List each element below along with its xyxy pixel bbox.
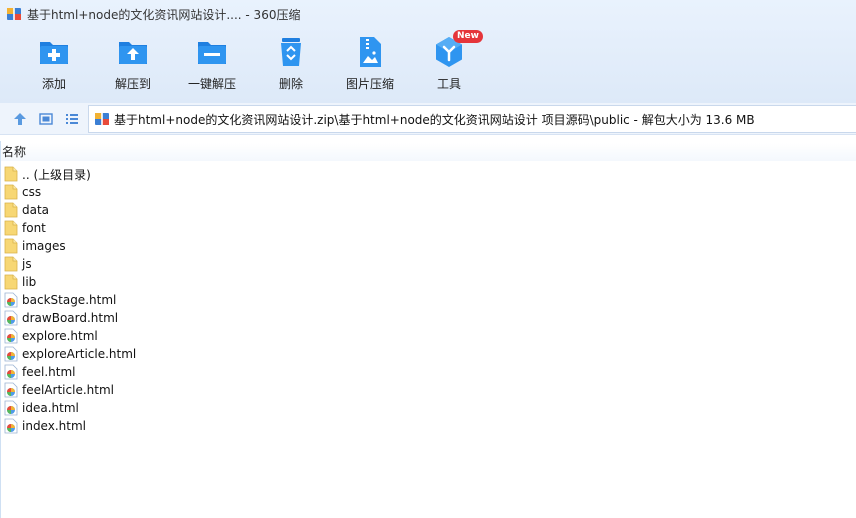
file-name: images [22, 239, 66, 253]
one-click-extract-button[interactable]: 一键解压 [172, 34, 252, 96]
thumbnail-view-button[interactable] [37, 110, 55, 128]
image-compress-icon [360, 37, 381, 67]
html-file-icon [4, 364, 18, 380]
new-badge: New [453, 30, 483, 43]
file-list: 名称 .. (上级目录) css data font images js lib backSt… [0, 141, 856, 518]
file-name: explore.html [22, 329, 98, 343]
folder-row[interactable]: .. (上级目录) [4, 165, 136, 183]
file-name: exploreArticle.html [22, 347, 137, 361]
zip-archive-icon [95, 113, 109, 125]
folder-row[interactable]: font [4, 219, 136, 237]
toolbar: 添加 解压到 一键解压 删除 图片压缩 New 工具 [14, 30, 489, 96]
html-file-icon [4, 310, 18, 326]
file-row[interactable]: drawBoard.html [4, 309, 136, 327]
app-window: 基于html+node的文化资讯网站设计.... - 360压缩 添加 解压到 … [0, 0, 856, 518]
add-icon [40, 42, 68, 64]
html-file-icon [4, 292, 18, 308]
list-view-button[interactable] [63, 110, 81, 128]
thumbnail-view-icon [39, 113, 53, 125]
up-folder-button[interactable] [11, 110, 29, 128]
html-file-icon [4, 328, 18, 344]
html-file-icon [4, 346, 18, 362]
file-name: index.html [22, 419, 86, 433]
file-name: js [22, 257, 32, 271]
app-logo-icon [7, 8, 21, 20]
column-header-name[interactable]: 名称 [1, 143, 856, 161]
file-name: css [22, 185, 42, 199]
file-row[interactable]: explore.html [4, 327, 136, 345]
file-row[interactable]: idea.html [4, 399, 136, 417]
arrow-up-icon [14, 113, 26, 125]
delete-button[interactable]: 删除 [251, 34, 331, 96]
html-file-icon [4, 382, 18, 398]
file-row[interactable]: index.html [4, 417, 136, 435]
file-name: data [22, 203, 50, 217]
tools-button[interactable]: New 工具 [409, 30, 489, 96]
html-file-icon [4, 400, 18, 416]
file-row[interactable]: exploreArticle.html [4, 345, 136, 363]
title-bar: 基于html+node的文化资讯网站设计.... - 360压缩 [0, 0, 856, 28]
folder-icon [4, 256, 18, 272]
tools-label: 工具 [436, 77, 461, 91]
file-name: lib [22, 275, 37, 289]
address-row: 基于html+node的文化资讯网站设计.zip\基于html+node的文化资… [0, 103, 856, 135]
window-title: 基于html+node的文化资讯网站设计.... - 360压缩 [27, 7, 301, 22]
file-row[interactable]: backStage.html [4, 291, 136, 309]
file-name: drawBoard.html [22, 311, 119, 325]
recycle-bin-icon [281, 38, 301, 66]
file-rows: .. (上级目录) css data font images js lib backStage… [4, 165, 136, 435]
extract-to-button[interactable]: 解压到 [93, 34, 173, 96]
extract-to-icon [119, 42, 147, 64]
image-compress-button[interactable]: 图片压缩 [330, 34, 410, 96]
html-file-icon [4, 418, 18, 434]
file-name: idea.html [22, 401, 79, 415]
delete-label: 删除 [278, 77, 303, 91]
add-label: 添加 [41, 77, 66, 91]
folder-icon [4, 220, 18, 236]
file-name: backStage.html [22, 293, 117, 307]
folder-icon [4, 274, 18, 290]
file-name: feelArticle.html [22, 383, 114, 397]
folder-icon [4, 184, 18, 200]
folder-icon [4, 238, 18, 254]
file-row[interactable]: feelArticle.html [4, 381, 136, 399]
one-click-extract-label: 一键解压 [187, 77, 236, 91]
file-name: .. (上级目录) [22, 167, 91, 182]
folder-icon [4, 202, 18, 218]
file-row[interactable]: feel.html [4, 363, 136, 381]
folder-row[interactable]: lib [4, 273, 136, 291]
address-path: 基于html+node的文化资讯网站设计.zip\基于html+node的文化资… [114, 112, 755, 127]
list-view-icon [66, 114, 78, 124]
one-click-extract-icon [198, 42, 226, 64]
header-area: 基于html+node的文化资讯网站设计.... - 360压缩 添加 解压到 … [0, 0, 856, 103]
folder-row[interactable]: css [4, 183, 136, 201]
folder-row[interactable]: images [4, 237, 136, 255]
file-name: feel.html [22, 365, 76, 379]
extract-to-label: 解压到 [114, 77, 151, 91]
address-bar[interactable]: 基于html+node的文化资讯网站设计.zip\基于html+node的文化资… [88, 105, 856, 133]
image-compress-label: 图片压缩 [345, 77, 394, 91]
folder-row[interactable]: data [4, 201, 136, 219]
folder-row[interactable]: js [4, 255, 136, 273]
add-button[interactable]: 添加 [14, 34, 94, 96]
folder-icon [4, 166, 18, 182]
file-name: font [22, 221, 46, 235]
